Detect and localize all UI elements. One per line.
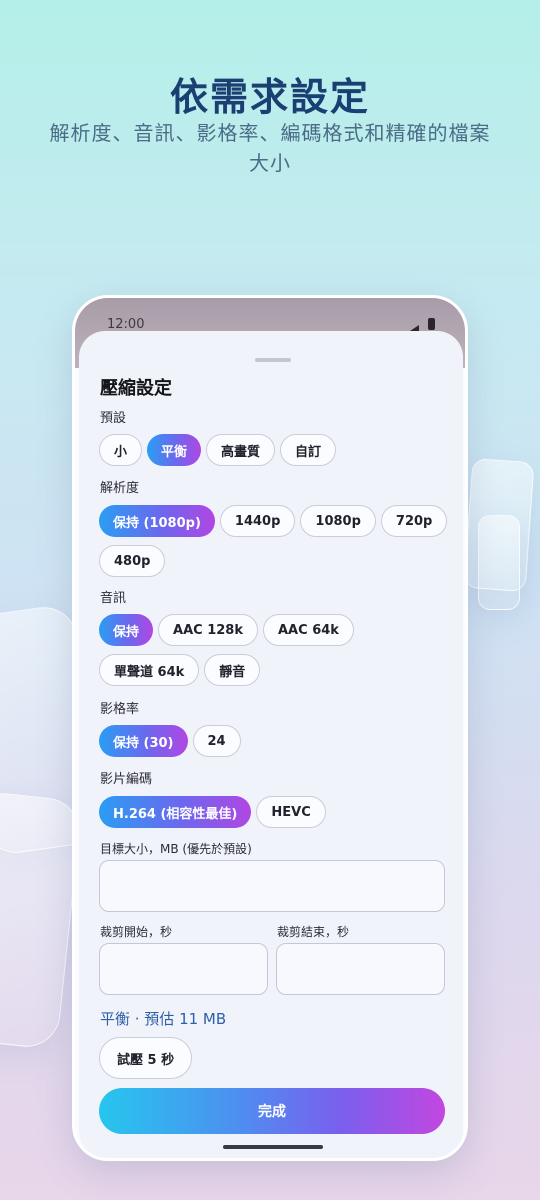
chip-frame-rate-24[interactable]: 24 (192, 725, 241, 757)
battery-icon (428, 318, 435, 330)
trim-end-input[interactable] (276, 943, 445, 995)
chip-audio-mono-64k[interactable]: 單聲道 64k (99, 654, 200, 686)
home-indicator[interactable] (223, 1145, 323, 1149)
trim-start-label: 裁剪開始，秒 (100, 925, 173, 939)
chip-preset-high-quality[interactable]: 高畫質 (206, 434, 276, 466)
background-glass-panel (478, 515, 520, 610)
chip-preset-custom[interactable]: 自訂 (280, 434, 337, 466)
chip-resolution-1440p[interactable]: 1440p (219, 505, 296, 537)
chip-audio-aac-64k[interactable]: AAC 64k (263, 614, 354, 646)
video-codec-label: 影片編碼 (100, 772, 153, 787)
resolution-chip-group: 保持 (1080p) 1440p 1080p 720p 480p (99, 505, 449, 577)
audio-label: 音訊 (100, 591, 127, 606)
trim-end-label: 裁剪結束，秒 (277, 925, 350, 939)
chip-codec-hevc[interactable]: HEVC (256, 796, 326, 828)
audio-chip-group: 保持 AAC 128k AAC 64k 單聲道 64k 靜音 (99, 614, 449, 686)
preset-label: 預設 (100, 411, 127, 426)
hero-title: 依需求設定 (169, 75, 370, 119)
resolution-label: 解析度 (100, 481, 140, 496)
chip-audio-aac-128k[interactable]: AAC 128k (158, 614, 258, 646)
chip-audio-mute[interactable]: 靜音 (204, 654, 261, 686)
sheet-title: 壓縮設定 (100, 378, 172, 399)
video-codec-chip-group: H.264 (相容性最佳) HEVC (99, 796, 449, 828)
target-size-label: 目標大小，MB (優先於預設) (100, 842, 252, 856)
trial-compress-button[interactable]: 試壓 5 秒 (99, 1037, 193, 1079)
chip-frame-rate-keep[interactable]: 保持 (30) (99, 725, 188, 757)
target-size-input[interactable] (99, 860, 445, 912)
signal-icon (406, 319, 420, 333)
status-icons (406, 318, 435, 333)
preset-chip-group: 小 平衡 高畫質 自訂 (99, 434, 449, 466)
chip-resolution-1080p[interactable]: 1080p (300, 505, 376, 537)
chip-resolution-720p[interactable]: 720p (380, 505, 448, 537)
done-button[interactable]: 完成 (99, 1088, 445, 1134)
chip-preset-small[interactable]: 小 (99, 434, 143, 466)
frame-rate-chip-group: 保持 (30) 24 (99, 725, 449, 757)
hero-subtitle: 解析度、音訊、影格率、編碼格式和精確的檔案大小 (49, 121, 491, 175)
trim-start-input[interactable] (99, 943, 268, 995)
sheet-drag-handle[interactable] (255, 358, 291, 362)
phone-frame: 12:00 壓縮設定 預設 小 平衡 高畫質 自訂 解析度 保持 (1080p)… (72, 295, 468, 1161)
frame-rate-label: 影格率 (100, 702, 140, 717)
chip-resolution-480p[interactable]: 480p (99, 545, 166, 577)
background-glass-panel (0, 789, 83, 1051)
chip-preset-balanced[interactable]: 平衡 (147, 434, 202, 466)
estimate-summary: 平衡 · 預估 11 MB (100, 1010, 227, 1028)
chip-audio-keep[interactable]: 保持 (99, 614, 154, 646)
compression-settings-sheet: 壓縮設定 預設 小 平衡 高畫質 自訂 解析度 保持 (1080p) 1440p… (79, 331, 463, 1158)
chip-codec-h264[interactable]: H.264 (相容性最佳) (99, 796, 252, 828)
status-time: 12:00 (107, 317, 145, 332)
chip-resolution-keep[interactable]: 保持 (1080p) (99, 505, 215, 537)
